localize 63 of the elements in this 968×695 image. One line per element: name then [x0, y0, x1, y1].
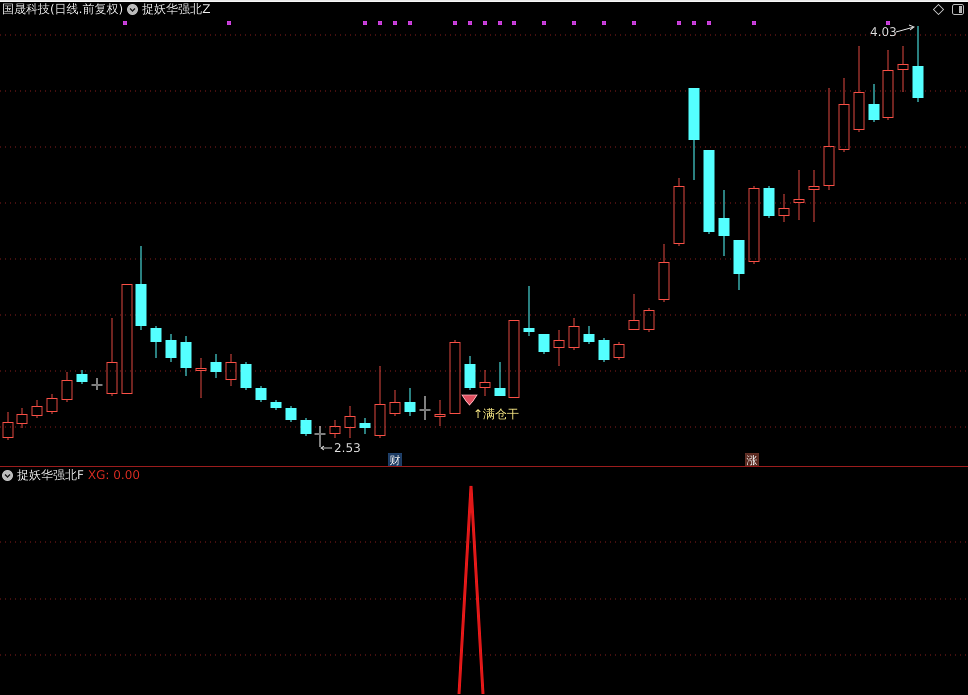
candlestick — [330, 420, 340, 438]
dropdown-icon[interactable] — [127, 4, 138, 14]
candlestick — [538, 334, 550, 354]
candlestick — [644, 308, 654, 332]
candlestick — [344, 406, 356, 438]
candlestick — [882, 50, 894, 120]
candlestick — [16, 408, 28, 428]
high-price-label: 4.03 — [870, 25, 897, 39]
event-marker: 财 — [388, 453, 402, 466]
candlestick — [778, 194, 790, 222]
candlestick — [480, 370, 490, 396]
candlestick — [150, 326, 162, 358]
candlestick — [210, 354, 222, 378]
high-label-arrow — [896, 24, 916, 32]
event-marker: 涨 — [745, 453, 759, 466]
candlestick — [598, 338, 610, 362]
indicator-name: 捉妖华强北F — [17, 468, 84, 482]
candlestick — [718, 190, 730, 256]
candlestick — [2, 412, 14, 440]
candlestick — [256, 386, 266, 402]
candlestick — [226, 354, 236, 386]
candlestick — [434, 400, 446, 426]
candlestick — [628, 294, 640, 330]
candlestick — [300, 418, 312, 436]
candlestick — [764, 186, 774, 218]
low-price-label: 2.53 — [334, 441, 361, 455]
dropdown-icon[interactable] — [2, 470, 13, 480]
candlestick — [734, 240, 744, 290]
candlestick — [32, 400, 42, 418]
candlestick — [419, 396, 431, 420]
candlestick — [240, 362, 252, 390]
candlestick — [314, 426, 326, 448]
candlestick — [554, 330, 564, 366]
candlestick — [584, 326, 594, 344]
candlestick — [868, 84, 880, 122]
candlestick — [286, 406, 296, 422]
candlestick — [494, 362, 506, 396]
candlestick — [360, 418, 370, 434]
indicator-name: 捉妖华强北Z — [142, 2, 210, 16]
candlestick — [898, 46, 908, 92]
security-title: 国晟科技(日线.前复权) — [2, 2, 124, 16]
candlestick — [464, 356, 476, 390]
candlestick — [568, 318, 580, 350]
candlestick — [180, 336, 192, 376]
candlestick — [674, 178, 684, 246]
candlestick — [794, 170, 804, 220]
candlestick — [658, 244, 670, 302]
candlestick — [166, 334, 176, 362]
candlestick — [46, 394, 58, 414]
candlestick — [91, 378, 103, 390]
candlestick — [524, 286, 534, 336]
candlestick — [614, 342, 624, 360]
candlestick — [270, 400, 282, 410]
panel-toggle-icon[interactable] — [952, 4, 964, 14]
candlestick — [76, 370, 88, 384]
signal-label: ↑满仓干 — [473, 407, 520, 421]
indicator-reading: XG: 0.00 — [88, 468, 140, 482]
low-label-arrow — [320, 446, 332, 450]
candlestick — [62, 372, 72, 402]
candlestick — [196, 358, 206, 398]
candlestick — [390, 390, 400, 416]
candlestick — [808, 170, 820, 222]
candlestick — [404, 388, 416, 416]
